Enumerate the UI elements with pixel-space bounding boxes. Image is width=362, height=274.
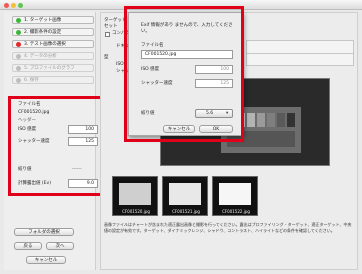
thumbnail-1-caption: CF001520.jpg xyxy=(122,209,150,214)
iso-label: ISO 感度 xyxy=(18,127,37,132)
thumbnail-2-image xyxy=(169,183,201,205)
minimize-window-icon[interactable] xyxy=(11,3,16,8)
status-dot-icon xyxy=(16,78,21,83)
status-dot-icon xyxy=(16,66,21,71)
aperture-label: 絞り値 xyxy=(18,167,32,172)
type-label: 型 xyxy=(104,55,109,60)
thumbnail-3-image xyxy=(219,183,251,205)
status-dot-icon xyxy=(16,42,21,47)
status-dot-icon xyxy=(16,30,21,35)
iso-field[interactable]: 100 xyxy=(68,125,98,134)
close-window-icon[interactable] xyxy=(4,3,9,8)
step-label: 4. データの分析 xyxy=(24,54,57,59)
thumbnail-1[interactable]: CF001520.jpg xyxy=(112,176,158,216)
zoom-window-icon[interactable] xyxy=(18,3,23,8)
table-divider xyxy=(246,53,354,54)
step-item: 5. プロファイルのグラフ xyxy=(12,64,94,72)
step-item[interactable]: 1. ターゲット画像 xyxy=(12,16,94,24)
status-dot-icon xyxy=(16,54,21,59)
shutter-label: シャッター速度 xyxy=(18,139,50,144)
compact-checkbox[interactable] xyxy=(105,32,110,37)
target-subheader: セット xyxy=(104,24,118,29)
thumbnail-2-caption: CF001521.jpg xyxy=(172,209,200,214)
step-item: 6. 保存 xyxy=(12,76,94,84)
step-label: 3. テスト画像の選択 xyxy=(24,42,66,47)
shutter-field[interactable]: 125 xyxy=(68,137,98,146)
step-item[interactable]: 3. テスト画像の選択 xyxy=(12,40,94,48)
step-label: 1. ターゲット画像 xyxy=(24,18,62,23)
aperture-value: ------ xyxy=(72,167,82,172)
exposure-label: 計算露出値 (Ev) xyxy=(18,181,51,186)
folder-select-button[interactable]: フォルダの選択 xyxy=(14,228,74,236)
header-sub-label: ヘッダー xyxy=(18,118,36,123)
filename-value: CF001520.jpg xyxy=(18,110,50,115)
thumbnail-2[interactable]: CF001521.jpg xyxy=(162,176,208,216)
next-button[interactable]: 次へ xyxy=(46,242,74,250)
cancel-button[interactable]: キャンセル xyxy=(26,256,66,264)
thumbnail-3-caption: CF001522.jpg xyxy=(222,209,250,214)
filename-label: ファイル名 xyxy=(18,102,41,107)
thumbnail-3[interactable]: CF001522.jpg xyxy=(212,176,258,216)
exposure-field[interactable]: 9.0 xyxy=(68,179,98,188)
step-item[interactable]: 2. 撮影条件の設定 xyxy=(12,28,94,36)
step-label: 2. 撮影条件の設定 xyxy=(24,30,62,35)
back-button[interactable]: 戻る xyxy=(14,242,42,250)
step-item: 4. データの分析 xyxy=(12,52,94,60)
step-label: 6. 保存 xyxy=(24,78,39,83)
footnote-text: 画像ファイルはチャートが含まれた適正露出画像と撮影を行ってください。露出はプロフ… xyxy=(104,222,352,233)
status-dot-icon xyxy=(16,18,21,23)
step-label: 5. プロファイルのグラフ xyxy=(24,66,75,71)
iso-column-label: ISO xyxy=(116,62,124,67)
sheet-highlight xyxy=(124,6,244,142)
thumbnail-1-image xyxy=(119,183,151,205)
info-panel: ファイル名 CF001520.jpg ヘッダー ISO 感度 100 シャッター… xyxy=(12,100,102,194)
